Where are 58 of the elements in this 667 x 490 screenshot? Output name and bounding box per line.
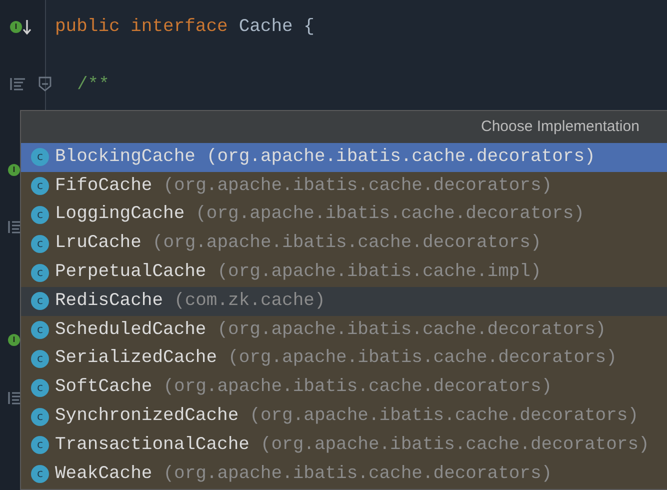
class-icon: c xyxy=(31,408,49,426)
doc-comment-text: /** xyxy=(77,75,110,95)
lines-icon[interactable] xyxy=(10,77,26,91)
package-name: (org.apache.ibatis.cache.decorators) xyxy=(217,318,606,342)
class-icon: c xyxy=(31,465,49,484)
class-name: BlockingCache xyxy=(55,146,196,169)
class-name: RedisCache xyxy=(55,290,164,313)
implementation-item[interactable]: c PerpetualCache (org.apache.ibatis.cache.impl) xyxy=(21,258,667,287)
implementation-item[interactable]: c SynchronizedCache (org.apache.ibatis.cache.decorators) xyxy=(21,402,667,431)
class-name: SerializedCache xyxy=(55,347,218,370)
class-icon: c xyxy=(31,264,49,282)
class-name: SynchronizedCache xyxy=(55,405,239,428)
implementation-item[interactable]: c BlockingCache (org.apache.ibatis.cache.decorators) xyxy=(21,143,667,172)
package-name: (org.apache.ibatis.cache.impl) xyxy=(217,261,542,284)
implemented-badge[interactable]: I xyxy=(10,21,22,33)
implementation-item[interactable]: c LruCache (org.apache.ibatis.cache.decorators) xyxy=(21,229,667,258)
implementation-item[interactable]: c ScheduledCache (org.apache.ibatis.cache.decorators) xyxy=(21,316,667,345)
package-name: (org.apache.ibatis.cache.decorators) xyxy=(196,203,584,226)
implementation-item[interactable]: c LoggingCache (org.apache.ibatis.cache.decorators) xyxy=(21,200,667,230)
class-icon: c xyxy=(31,350,49,368)
package-name: (org.apache.ibatis.cache.decorators) xyxy=(163,174,552,198)
class-icon: c xyxy=(31,436,49,454)
class-icon: c xyxy=(31,206,49,224)
class-name: TransactionalCache xyxy=(55,434,250,457)
class-name: FifoCache xyxy=(55,174,152,198)
class-name: PerpetualCache xyxy=(55,261,206,284)
package-name: (org.apache.ibatis.cache.decorators) xyxy=(152,232,542,256)
class-name: WeakCache xyxy=(55,462,152,486)
package-name: (org.apache.ibatis.cache.decorators) xyxy=(250,405,639,428)
implementation-item[interactable]: c SerializedCache (org.apache.ibatis.cache.decorators) xyxy=(21,344,667,374)
implemented-badge[interactable]: I xyxy=(8,164,20,176)
package-name: (com.zk.cache) xyxy=(174,290,326,313)
package-name: (org.apache.ibatis.cache.decorators) xyxy=(206,146,596,169)
keyword-text: public interface xyxy=(55,16,228,39)
package-name: (org.apache.ibatis.cache.decorators) xyxy=(260,434,650,457)
popup-title: Choose Implementation xyxy=(481,116,640,137)
class-icon: c xyxy=(31,148,49,166)
class-name: ScheduledCache xyxy=(55,318,206,342)
package-name: (org.apache.ibatis.cache.decorators) xyxy=(228,347,617,370)
implemented-badge[interactable]: I xyxy=(8,334,20,346)
implementation-item[interactable]: c TransactionalCache (org.apache.ibatis.cache.decorators) xyxy=(21,430,667,460)
implementation-item[interactable]: c FifoCache (org.apache.ibatis.cache.decorators) xyxy=(21,172,667,201)
class-name: SoftCache xyxy=(55,376,152,400)
fold-icon[interactable] xyxy=(38,76,52,92)
down-arrow-icon xyxy=(22,19,32,35)
package-name: (org.apache.ibatis.cache.decorators) xyxy=(163,462,552,486)
class-icon: c xyxy=(31,292,49,310)
class-icon: c xyxy=(31,234,49,253)
class-name: LruCache xyxy=(55,232,142,256)
class-icon: c xyxy=(31,378,49,397)
implementation-item[interactable]: c RedisCache (com.zk.cache) xyxy=(21,286,667,316)
class-icon: c xyxy=(31,177,49,196)
implementation-item[interactable]: c WeakCache (org.apache.ibatis.cache.decorators) xyxy=(21,460,667,489)
class-name-text: Cache { xyxy=(238,16,314,39)
implementation-item[interactable]: c SoftCache (org.apache.ibatis.cache.decorators) xyxy=(21,373,667,402)
class-name: LoggingCache xyxy=(55,203,185,226)
class-icon: c xyxy=(31,321,49,340)
package-name: (org.apache.ibatis.cache.decorators) xyxy=(163,376,552,400)
